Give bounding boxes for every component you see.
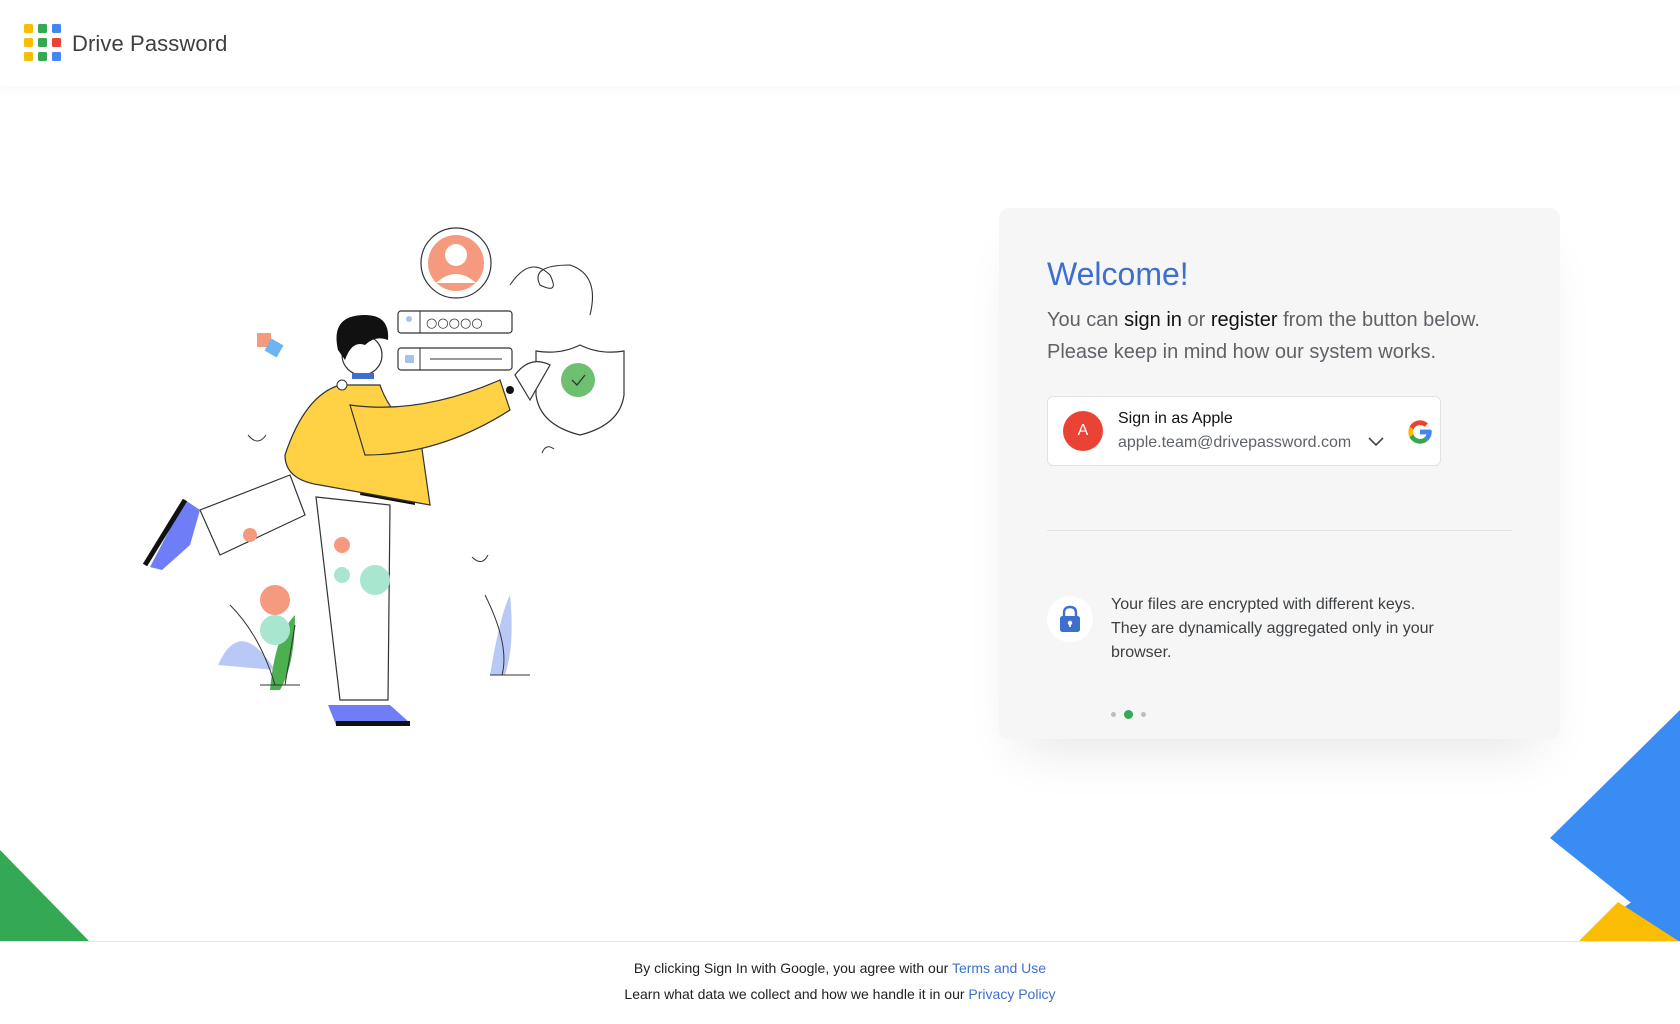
lock-icon xyxy=(1060,605,1080,632)
sign-in-with-google-button[interactable]: A Sign in as Apple apple.team@drivepassw… xyxy=(1047,396,1441,466)
feature-lock-badge xyxy=(1047,596,1093,642)
welcome-heading: Welcome! xyxy=(1047,256,1189,292)
intro-register: register xyxy=(1210,309,1278,331)
footer: By clicking Sign In with Google, you agr… xyxy=(0,941,1680,1024)
brand-logo[interactable]: Drive Password xyxy=(24,24,227,64)
footer-privacy-text: Learn what data we collect and how we ha… xyxy=(624,986,969,1002)
account-email: apple.team@drivepassword.com xyxy=(1118,434,1352,451)
corner-yellow-triangle xyxy=(1578,902,1680,942)
footer-privacy-line: Learn what data we collect and how we ha… xyxy=(0,981,1680,1007)
intro-sign-in: sign in xyxy=(1124,309,1182,331)
user-avatar-graphic xyxy=(420,227,492,299)
footer-terms-text: By clicking Sign In with Google, you agr… xyxy=(633,960,952,976)
security-illustration: ○○○○○ xyxy=(142,227,625,726)
feature-description: Your files are encrypted with different … xyxy=(1111,596,1434,661)
intro-or: or xyxy=(1181,309,1211,331)
intro-suffix: from the button below. xyxy=(1277,309,1480,331)
password-mask-text: ○○○○○ xyxy=(426,316,483,331)
google-g-icon xyxy=(1408,420,1432,444)
carousel-dot-active[interactable] xyxy=(1124,710,1133,719)
carousel-dot[interactable] xyxy=(1141,712,1146,717)
header: Drive Password xyxy=(0,0,1680,86)
privacy-policy-link[interactable]: Privacy Policy xyxy=(968,986,1055,1002)
terms-link[interactable]: Terms and Use xyxy=(952,960,1046,976)
character-graphic xyxy=(142,315,551,726)
intro-text: You can sign in or register from the but… xyxy=(1047,304,1527,368)
app-name: Drive Password xyxy=(72,31,228,56)
sign-in-title: Sign in as Apple xyxy=(1118,410,1233,427)
shield-graphic xyxy=(535,344,625,436)
carousel-dot[interactable] xyxy=(1111,712,1116,717)
chevron-down-icon[interactable] xyxy=(1368,437,1384,447)
page: Drive Password ○○○○○ Welcome! You can si… xyxy=(0,0,1680,1024)
corner-green-triangle xyxy=(0,850,90,942)
divider xyxy=(1047,530,1512,531)
account-avatar: A xyxy=(1063,411,1103,451)
login-fields-graphic: ○○○○○ xyxy=(397,310,513,371)
footer-terms-line: By clicking Sign In with Google, you agr… xyxy=(0,955,1680,981)
welcome-card: Welcome! You can sign in or register fro… xyxy=(999,208,1560,739)
carousel-dots xyxy=(1111,710,1146,719)
intro-prefix: You can xyxy=(1047,309,1125,331)
drive-password-logo-icon xyxy=(24,24,62,64)
intro-line2: Please keep in mind how our system works… xyxy=(1047,341,1437,363)
